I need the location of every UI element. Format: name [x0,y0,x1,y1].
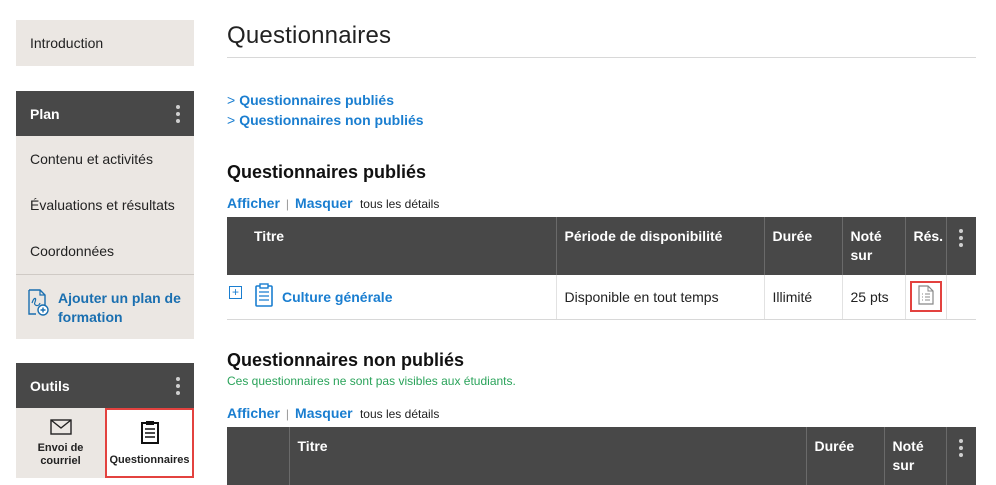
separator: | [285,197,290,211]
chevron-right-icon: > [227,92,236,108]
duration-cell: Illimité [764,275,843,320]
tools-header: Outils [16,363,194,408]
plan-menu-icon[interactable] [176,103,180,125]
separator: | [285,407,290,421]
sidebar-item-label: Coordonnées [30,243,115,259]
add-training-plan-button[interactable]: Ajouter un plan de formation [16,275,194,339]
quiz-link[interactable]: Culture générale [254,283,548,310]
details-toggle-published: Afficher | Masquer tous les détails [227,195,439,211]
anchor-link-unpublished[interactable]: > Questionnaires non publiés [227,112,424,128]
anchor-label: Questionnaires non publiés [239,112,424,128]
section-title-unpublished: Questionnaires non publiés [227,350,465,370]
sidebar-item-coordonnees[interactable]: Coordonnées [16,228,194,274]
tools-header-label: Outils [30,377,70,394]
details-text: tous les détails [359,407,440,421]
period-cell: Disponible en tout temps [556,275,765,320]
unpublished-notice: Ces questionnaires ne sont pas visibles … [227,374,516,388]
score-cell: 25 pts [842,275,906,320]
unpublished-table: Titre Durée Noté sur [227,427,976,485]
expand-icon[interactable]: + [229,285,242,299]
tool-label: Questionnaires [109,453,190,466]
tool-label: Envoi de courriel [37,441,84,467]
clipboard-icon [140,420,160,448]
column-header-duration[interactable]: Durée [764,217,843,275]
results-button[interactable] [909,281,942,313]
tool-envoi-courriel[interactable]: Envoi de courriel [16,408,105,478]
column-header-menu [946,427,976,485]
sidebar-item-label: Contenu et activités [30,151,153,167]
show-details-link[interactable]: Afficher [227,405,280,421]
sidebar-item-evaluations[interactable]: Évaluations et résultats [16,182,194,228]
sidebar-item-contenu[interactable]: Contenu et activités [16,136,194,182]
pdf-add-icon [26,289,50,320]
expand-cell: + [227,275,246,320]
quiz-title: Culture générale [282,288,393,305]
section-title-published: Questionnaires publiés [227,162,427,182]
plan-header-label: Plan [30,105,60,122]
show-details-link[interactable]: Afficher [227,195,280,211]
hide-details-link[interactable]: Masquer [295,195,353,211]
row-menu-cell [946,275,976,320]
table-header-row: Titre Durée Noté sur [227,427,976,485]
details-toggle-unpublished: Afficher | Masquer tous les détails [227,405,439,421]
table-menu-icon[interactable] [947,437,977,459]
chevron-right-icon: > [227,112,236,128]
anchor-label: Questionnaires publiés [239,92,395,108]
tools-row: Envoi de courriel Questionnaires [16,408,194,478]
column-header-expand [227,427,290,485]
anchor-link-published[interactable]: > Questionnaires publiés [227,92,394,108]
quiz-title-cell: Culture générale [246,275,557,320]
column-header-score[interactable]: Noté sur [842,217,906,275]
divider [227,57,976,58]
table-row: + Culture générale Disponible en tout te… [227,275,976,320]
sidebar-item-label: Introduction [30,35,104,51]
envelope-icon [49,418,72,439]
column-header-title[interactable]: Titre [246,217,557,275]
column-header-period[interactable]: Période de disponibilité [556,217,765,275]
table-header-row: Titre Période de disponibilité Durée Not… [227,217,976,275]
plan-panel: Plan Contenu et activités Évaluations et… [16,91,194,339]
document-list-icon [917,285,934,308]
published-table: Titre Période de disponibilité Durée Not… [227,217,976,320]
add-training-plan-label: Ajouter un plan de formation [58,290,181,325]
details-text: tous les détails [359,197,440,211]
hide-details-link[interactable]: Masquer [295,405,353,421]
column-header-duration[interactable]: Durée [806,427,885,485]
tools-panel: Outils Envoi de courriel Questionnaires [16,363,194,478]
plan-header: Plan [16,91,194,136]
sidebar-item-introduction[interactable]: Introduction [16,20,194,66]
table-menu-icon[interactable] [947,227,977,249]
tools-menu-icon[interactable] [176,375,180,397]
results-cell [905,275,947,320]
column-header-score[interactable]: Noté sur [884,427,947,485]
sidebar-item-label: Évaluations et résultats [30,197,175,213]
column-header-menu [946,217,976,275]
column-header-title[interactable]: Titre [289,427,807,485]
tool-questionnaires[interactable]: Questionnaires [105,408,194,478]
column-header-results[interactable]: Rés. [905,217,947,275]
page-title: Questionnaires [227,22,392,49]
column-header-expand [227,217,246,275]
quiz-icon [254,283,274,310]
